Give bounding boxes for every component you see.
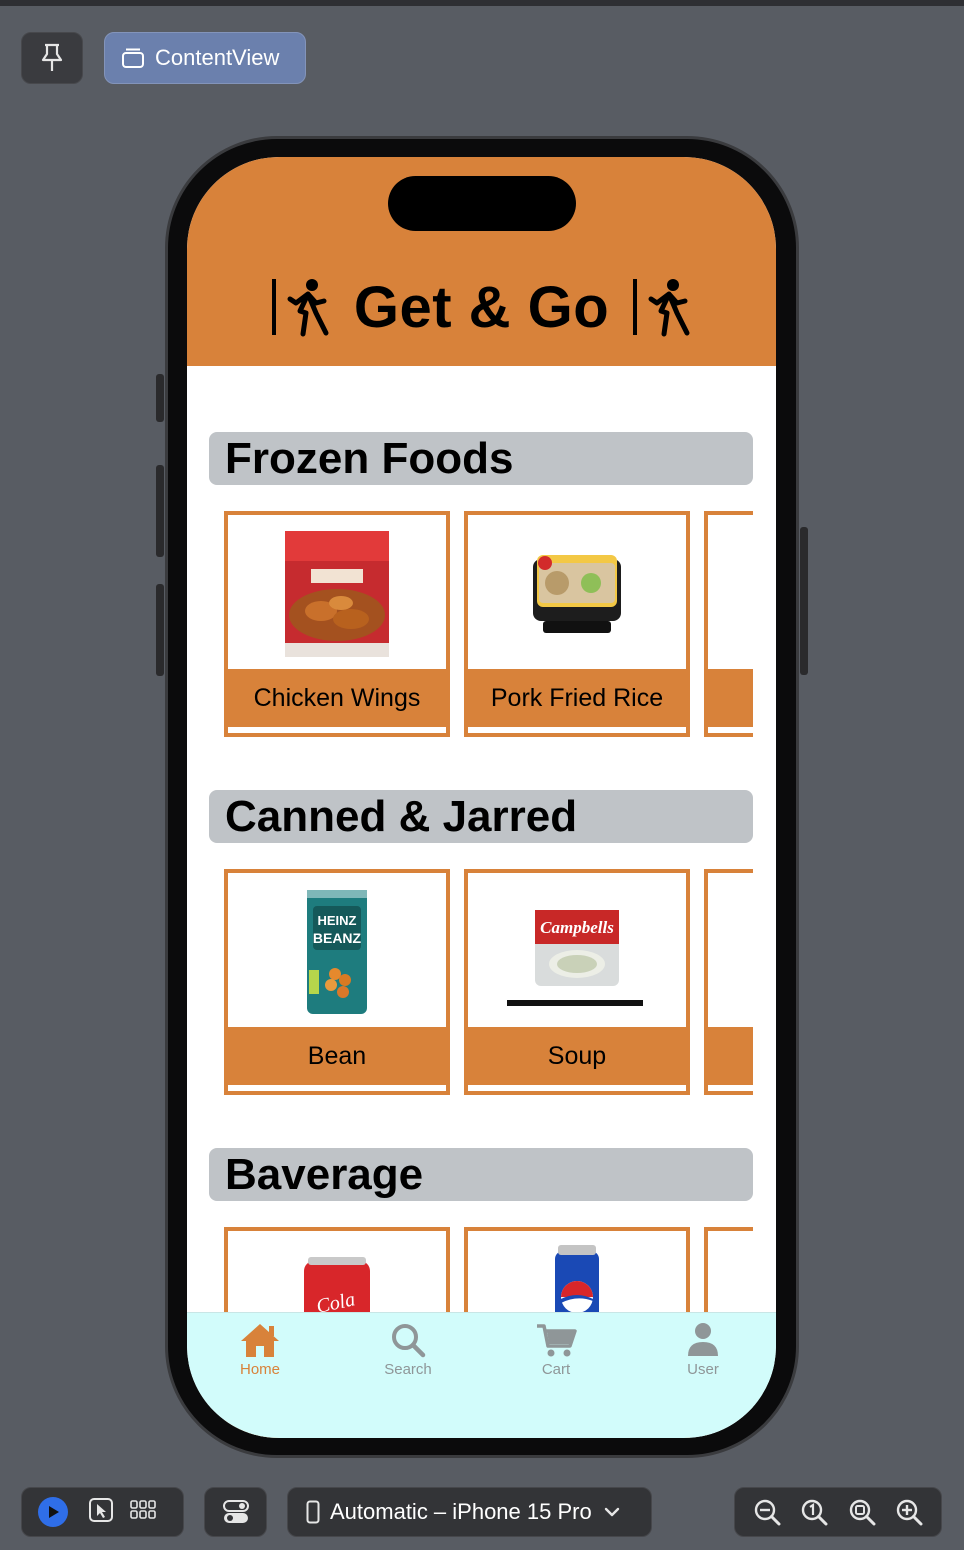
heinz-beanz-can-image: HEINZ BEANZ [232,877,442,1027]
variants-grid-icon[interactable] [130,1499,156,1525]
tab-cart[interactable]: Cart [496,1319,616,1389]
zoom-out-icon[interactable] [753,1498,781,1526]
tab-home[interactable]: Home [200,1319,320,1389]
person-icon [643,1319,763,1361]
header-title-row: Get & Go [187,267,776,347]
product-name: Bean [228,1027,446,1085]
zoom-actual-size-icon[interactable] [800,1498,828,1526]
product-name: Pork Fried Rice [468,669,686,727]
section-title-frozen-foods: Frozen Foods [209,432,753,485]
toggles-icon [222,1500,249,1523]
tab-label: User [687,1361,719,1378]
product-card[interactable]: Pork Fried Rice [464,511,690,737]
svg-text:BEANZ: BEANZ [313,930,362,946]
tab-search[interactable]: Search [348,1319,468,1389]
card-divider [708,727,753,731]
zoom-controls [734,1487,942,1537]
section-title-baverage: Baverage [209,1148,753,1201]
tab-label: Cart [541,1361,571,1378]
chicken-wings-image [232,519,442,669]
zoom-in-icon[interactable] [895,1498,923,1526]
section-title-canned-jarred: Canned & Jarred [209,790,753,843]
card-divider [468,1085,686,1089]
svg-text:HEINZ: HEINZ [318,913,357,928]
iphone-icon [306,1500,320,1524]
action-button [156,374,164,422]
tab-label: Home [239,1361,280,1378]
content-view-preview-button[interactable]: ContentView [104,32,306,84]
campbells-soup-can-image: Campbells [472,877,682,1027]
walking-person-icon [633,277,691,337]
cart-icon [496,1319,616,1361]
product-row-frozen-foods[interactable]: Chicken Wings Pork Fried Rice [224,511,753,737]
canvas-mode-group [21,1487,184,1537]
product-card[interactable]: Campbells Soup [464,869,690,1095]
house-icon [200,1319,320,1361]
volume-down-button [156,584,164,676]
svg-text:Campbells: Campbells [540,918,614,937]
card-divider [468,727,686,731]
product-name: Chicken Wings [228,669,446,727]
product-row-canned-jarred[interactable]: HEINZ BEANZ Bean Campbells Soup [224,869,753,1095]
tab-bar: Home Search Cart User [187,1312,776,1438]
walking-person-icon [271,277,330,337]
pin-preview-button[interactable] [21,32,83,84]
product-name: Soup [468,1027,686,1085]
window-top-edge [0,0,964,6]
card-divider [228,727,446,731]
device-selector-label: Automatic – iPhone 15 Pro [330,1499,592,1524]
app-header: Get & Go [187,157,776,366]
power-button [800,527,808,675]
selectable-pointer-icon[interactable] [88,1497,114,1528]
chevron-down-icon [604,1507,619,1517]
live-play-icon[interactable] [38,1497,68,1527]
magnifier-icon [348,1319,468,1361]
app-title: Get & Go [353,274,610,340]
preview-window-icon [122,48,144,68]
pin-icon [41,43,63,71]
card-divider [708,1085,753,1089]
product-name [708,669,753,727]
dynamic-island [388,176,576,231]
product-card[interactable] [704,869,753,1095]
device-selector[interactable]: Automatic – iPhone 15 Pro [287,1487,652,1537]
zoom-to-fit-icon[interactable] [848,1498,876,1526]
tab-user[interactable]: User [643,1319,763,1389]
pork-fried-rice-image [472,519,682,669]
phone-screen: Get & Go Frozen Foods Chicken Wings Pork… [187,157,776,1438]
volume-up-button [156,465,164,557]
tab-label: Search [384,1361,432,1378]
product-card[interactable]: Chicken Wings [224,511,450,737]
product-card[interactable]: HEINZ BEANZ Bean [224,869,450,1095]
product-name [708,1027,753,1085]
device-settings-button[interactable] [204,1487,267,1537]
product-card[interactable] [704,511,753,737]
card-divider [228,1085,446,1089]
preview-name: ContentView [155,45,280,70]
